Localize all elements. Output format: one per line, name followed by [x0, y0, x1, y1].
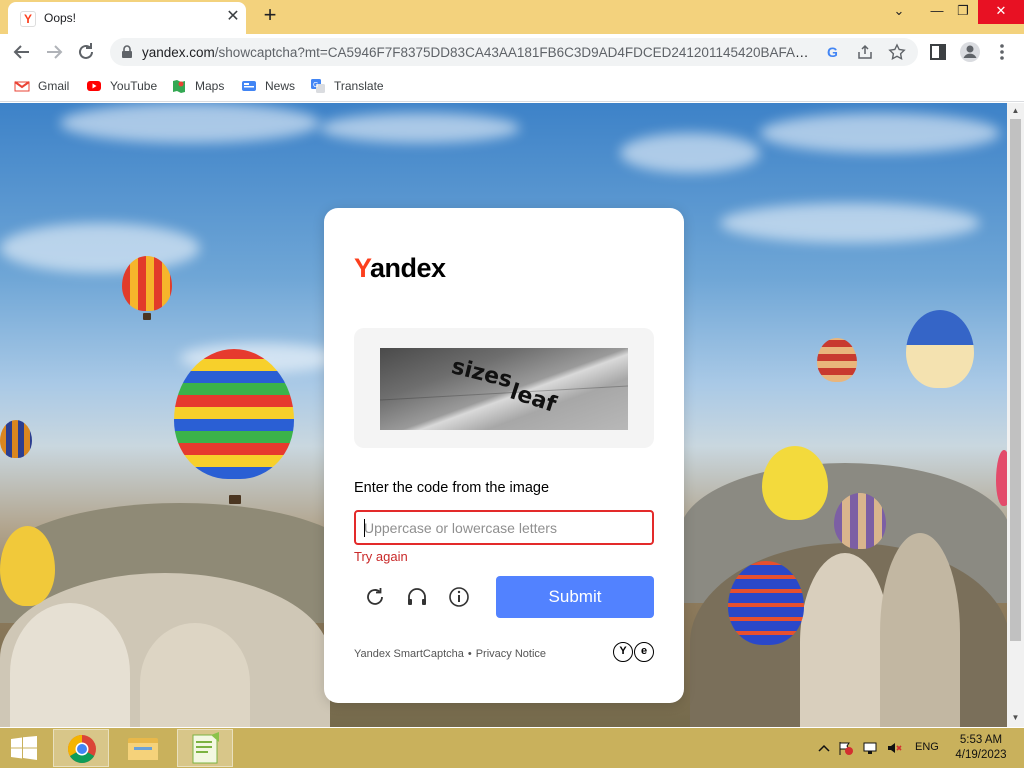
- url-text[interactable]: yandex.com/showcaptcha?mt=CA5946F7F8375D…: [142, 45, 814, 60]
- browser-titlebar: Y Oops! ✕ + ⌄ — ❐ ✕: [0, 0, 1024, 34]
- close-window-button[interactable]: ✕: [978, 0, 1024, 24]
- tab-title: Oops!: [44, 11, 77, 25]
- yandex-mark-icon: Y: [613, 642, 633, 662]
- volume-muted-icon[interactable]: [886, 740, 902, 756]
- clock-date: 4/19/2023: [955, 749, 1007, 761]
- yandex-logo: Yandex: [354, 253, 446, 283]
- clock-time: 5:53 AM: [959, 734, 1003, 746]
- gmail-icon: [14, 81, 30, 92]
- text-caret: [364, 519, 365, 537]
- captcha-image-frame: sizes leaf: [354, 328, 654, 448]
- captcha-input-wrapper: [354, 510, 654, 545]
- translate-icon: G: [311, 79, 325, 93]
- captcha-input[interactable]: [356, 512, 652, 543]
- balloon: [817, 338, 857, 382]
- scroll-up-icon[interactable]: ▲: [1010, 106, 1021, 116]
- bookmarks-bar: Gmail YouTube Maps News G Translate: [0, 70, 1024, 102]
- browser-toolbar: yandex.com/showcaptcha?mt=CA5946F7F8375D…: [0, 34, 1024, 70]
- tab-search-icon[interactable]: ⌄: [882, 0, 916, 24]
- yandex-brand-marks: Y e: [612, 642, 654, 662]
- news-icon: [242, 81, 256, 91]
- menu-icon[interactable]: [990, 40, 1014, 64]
- bookmark-gmail[interactable]: Gmail: [14, 77, 69, 95]
- notepad-plus-icon: [192, 732, 219, 764]
- folder-icon: [128, 738, 158, 760]
- action-center-flag-icon[interactable]: [838, 740, 854, 756]
- taskbar-app[interactable]: [177, 729, 233, 767]
- balloon: [834, 493, 886, 549]
- browser-tab[interactable]: Y Oops! ✕: [8, 2, 246, 34]
- svg-text:G: G: [827, 44, 838, 60]
- side-panel-icon[interactable]: [926, 40, 950, 64]
- captcha-image: sizes leaf: [380, 348, 628, 430]
- new-tab-button[interactable]: +: [258, 4, 282, 28]
- lock-icon[interactable]: [120, 45, 134, 59]
- windows-start-icon[interactable]: [10, 736, 38, 760]
- bookmark-translate[interactable]: G Translate: [310, 77, 384, 95]
- submit-button[interactable]: Submit: [496, 576, 654, 618]
- taskbar-chrome[interactable]: [53, 729, 109, 767]
- balloon: [122, 256, 172, 311]
- restore-button[interactable]: ❐: [946, 0, 980, 24]
- input-language[interactable]: ENG: [915, 741, 939, 753]
- smartcaptcha-link[interactable]: Yandex SmartCaptcha: [354, 648, 464, 660]
- yandex-y-icon: Y: [20, 11, 36, 27]
- youtube-icon: [87, 81, 101, 91]
- tab-close-icon[interactable]: ✕: [224, 8, 242, 26]
- windows-taskbar: ENG 5:53 AM 4/19/2023: [0, 728, 1024, 768]
- balloon: [906, 310, 974, 388]
- balloon: [996, 450, 1007, 506]
- chrome-icon: [68, 735, 96, 763]
- bookmark-maps[interactable]: Maps: [171, 77, 224, 95]
- maps-icon: [173, 80, 185, 93]
- balloon: [174, 349, 294, 479]
- svg-text:G: G: [313, 82, 318, 89]
- captcha-card: Yandex sizes leaf Enter the code from th…: [324, 208, 684, 703]
- balloon: [728, 561, 804, 645]
- forward-icon[interactable]: [42, 40, 66, 64]
- captcha-footer: Yandex SmartCaptcha • Privacy Notice: [354, 648, 547, 660]
- captcha-word-2: leaf: [507, 379, 560, 417]
- taskbar-file-explorer[interactable]: [115, 729, 171, 767]
- profile-icon[interactable]: [958, 40, 982, 64]
- network-icon[interactable]: [862, 740, 878, 756]
- back-icon[interactable]: [10, 40, 34, 64]
- address-bar[interactable]: yandex.com/showcaptcha?mt=CA5946F7F8375D…: [110, 38, 918, 66]
- system-clock[interactable]: 5:53 AM 4/19/2023: [950, 733, 1012, 763]
- privacy-notice-link[interactable]: Privacy Notice: [476, 648, 546, 660]
- yandex-mark-icon: e: [634, 642, 654, 662]
- balloon: [0, 526, 55, 606]
- info-icon[interactable]: [446, 584, 472, 610]
- refresh-icon[interactable]: [362, 584, 388, 610]
- bookmark-news[interactable]: News: [241, 77, 295, 95]
- error-message: Try again: [354, 549, 408, 564]
- reload-icon[interactable]: [74, 40, 98, 64]
- show-hidden-icons[interactable]: [816, 740, 832, 756]
- balloon: [0, 420, 32, 458]
- share-icon[interactable]: [856, 43, 874, 61]
- bookmark-star-icon[interactable]: [888, 43, 906, 61]
- scroll-thumb[interactable]: [1010, 119, 1021, 641]
- captcha-instruction: Enter the code from the image: [354, 480, 550, 496]
- captcha-word-1: sizes: [449, 354, 515, 393]
- headphones-icon[interactable]: [404, 584, 430, 610]
- balloon: [762, 446, 828, 520]
- bookmark-youtube[interactable]: YouTube: [86, 77, 157, 95]
- page-scrollbar[interactable]: ▲ ▼: [1007, 103, 1024, 727]
- google-lens-icon[interactable]: G: [824, 43, 842, 61]
- scroll-down-icon[interactable]: ▼: [1010, 713, 1021, 723]
